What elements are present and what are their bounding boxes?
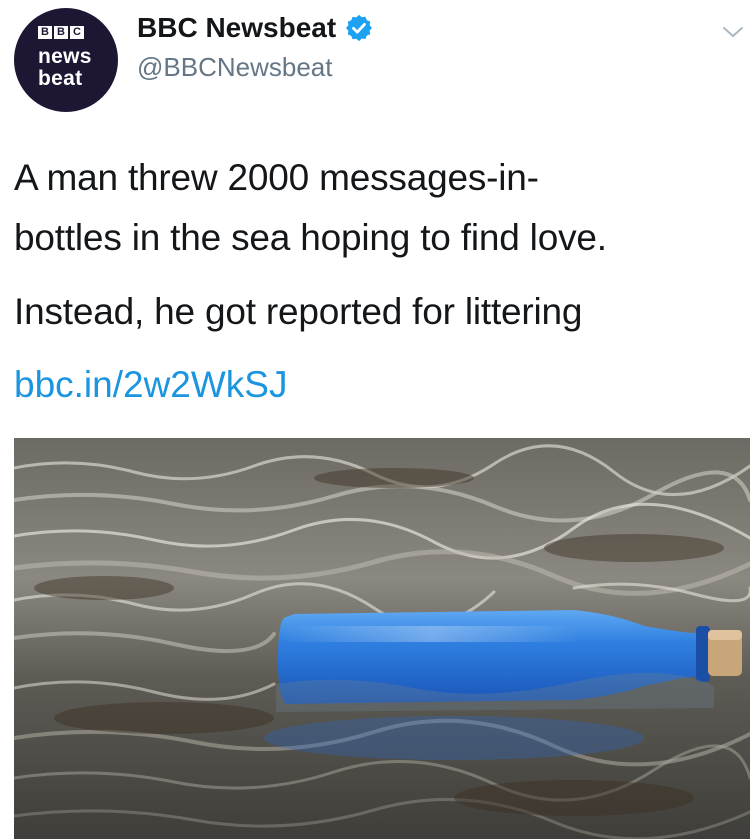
avatar-text-beat: beat [38,67,83,90]
avatar-text-news: news [38,45,92,68]
tweet-text: A man threw 2000 messages-in- bottles in… [14,148,738,342]
media-photo[interactable] [14,438,750,839]
tweet-text-paragraph-1: A man threw 2000 messages-in- bottles in… [14,148,738,268]
tweet-text-line: bottles in the sea hoping to find love. [14,217,607,258]
display-name[interactable]: BBC Newsbeat [137,12,374,44]
user-handle[interactable]: @BBCNewsbeat [137,52,332,83]
bbc-block: B [38,26,52,39]
bbc-block: B [54,26,68,39]
tweet-text-line: A man threw 2000 messages-in- [14,157,539,198]
tweet-link[interactable]: bbc.in/2w2WkSJ [14,355,288,415]
tweet-text-paragraph-2: Instead, he got reported for littering [14,291,583,332]
tweet-card[interactable]: B B C news beat BBC Newsbeat @BBCNewsbea… [0,0,750,839]
bottle-in-sea-photo [14,438,750,839]
chevron-down-icon[interactable] [722,24,744,40]
bbc-block: C [70,26,84,39]
display-name-text[interactable]: BBC Newsbeat [137,12,336,44]
avatar[interactable]: B B C news beat [14,8,118,112]
verified-badge-icon [346,14,373,42]
bbc-logo: B B C [38,26,84,39]
